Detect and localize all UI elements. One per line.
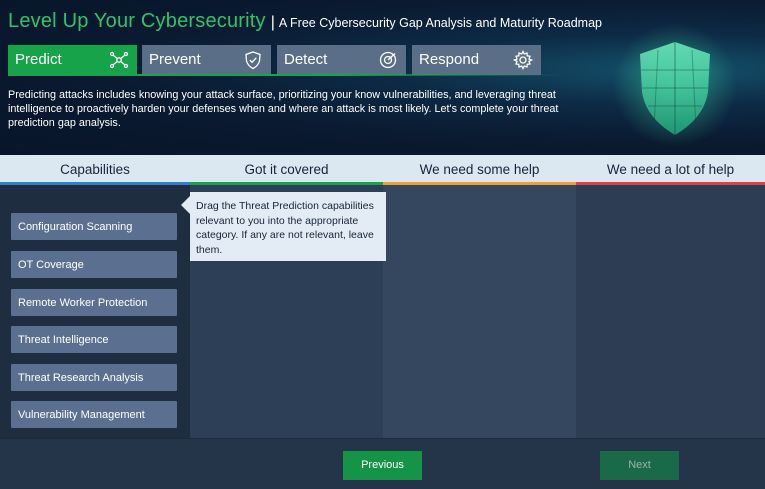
column-header-lot-help: We need a lot of help [576, 155, 765, 185]
title-divider: | [270, 14, 275, 31]
page-subtitle: A Free Cybersecurity Gap Analysis and Ma… [278, 16, 602, 30]
tab-predict[interactable]: Predict [8, 45, 137, 75]
tab-detect[interactable]: Detect [277, 45, 406, 75]
capability-item[interactable]: Remote Worker Protection [11, 289, 177, 316]
column-title-capabilities: Capabilities [60, 162, 130, 177]
tab-prevent-label: Prevent [149, 51, 201, 68]
tab-underline [8, 74, 565, 76]
tooltip-arrow [181, 196, 190, 214]
section-description: Predicting attacks includes knowing your… [8, 89, 559, 129]
gear-icon [513, 50, 533, 70]
capability-item[interactable]: Vulnerability Management [11, 401, 177, 428]
capability-item[interactable]: Configuration Scanning [11, 213, 177, 240]
network-icon [109, 51, 129, 69]
previous-button[interactable]: Previous [343, 451, 422, 480]
next-button[interactable]: Next [600, 451, 679, 480]
tab-detect-label: Detect [284, 51, 328, 68]
capability-item[interactable]: Threat Intelligence [11, 326, 177, 353]
column-header-capabilities: Capabilities [0, 155, 190, 185]
page-title: Level Up Your Cybersecurity [8, 10, 266, 32]
tab-predict-label: Predict [15, 51, 62, 68]
column-title-covered: Got it covered [244, 162, 329, 177]
column-title-some-help: We need some help [419, 162, 540, 177]
drop-zone-some-help[interactable] [383, 185, 576, 438]
radar-icon [379, 51, 397, 69]
tab-prevent[interactable]: Prevent [142, 45, 271, 75]
tab-respond-label: Respond [419, 51, 480, 68]
shield-check-icon [245, 51, 261, 70]
instruction-tooltip: Drag the Threat Prediction capabilities … [190, 192, 386, 261]
column-header-some-help: We need some help [383, 155, 576, 185]
capability-item[interactable]: OT Coverage [11, 251, 177, 278]
tab-respond[interactable]: Respond [412, 45, 541, 75]
header-banner: Level Up Your Cybersecurity | A Free Cyber… [0, 0, 765, 155]
shield-graphic [613, 23, 737, 147]
drop-zone-lot-help[interactable] [576, 185, 765, 438]
title-row: Level Up Your Cybersecurity | A Free Cyber… [8, 10, 602, 33]
column-title-lot-help: We need a lot of help [606, 162, 735, 177]
capability-item[interactable]: Threat Research Analysis [11, 364, 177, 391]
column-header-covered: Got it covered [190, 155, 383, 185]
